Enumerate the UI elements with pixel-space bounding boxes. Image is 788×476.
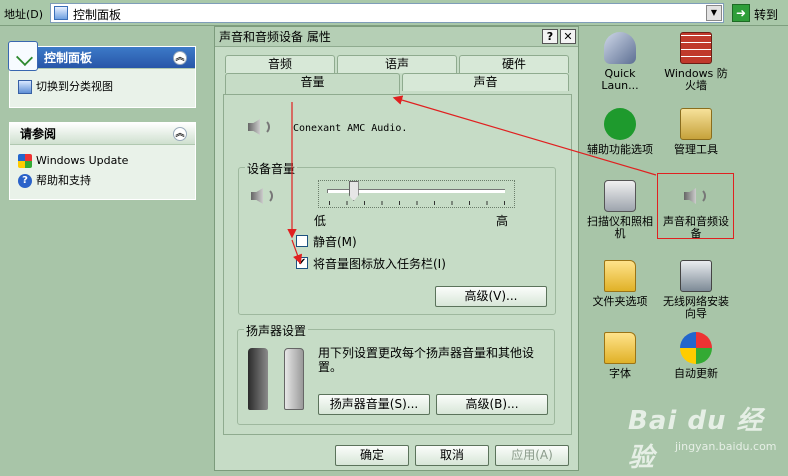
baidu-watermark: Bai du 经验 — [628, 406, 764, 473]
baidu-watermark-url: jingyan.baidu.com — [675, 440, 777, 453]
tab-volume[interactable]: 音量 — [225, 73, 400, 94]
arrow-to-volume-tab — [392, 95, 657, 176]
arrow-to-tray-checkbox — [291, 239, 303, 265]
